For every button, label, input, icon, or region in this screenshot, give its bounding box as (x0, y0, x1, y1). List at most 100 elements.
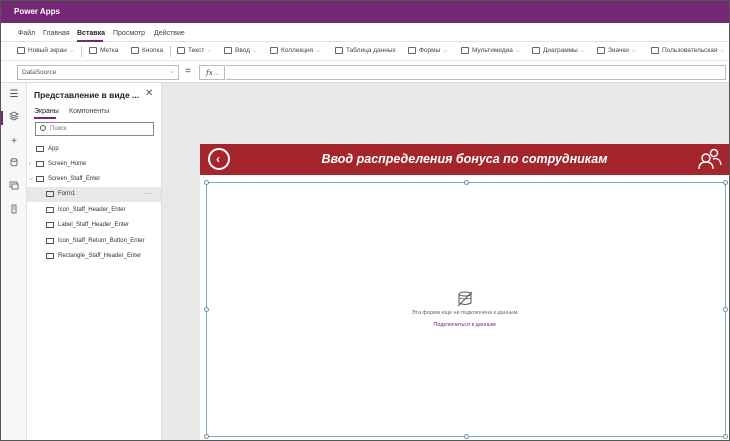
property-dropdown[interactable]: DataSource ⌵ (17, 65, 179, 80)
add-icon[interactable]: + (6, 135, 22, 149)
menu-file[interactable]: Файл (18, 30, 35, 37)
app-icon (36, 146, 44, 152)
text-button-label: Текст (188, 47, 205, 54)
chevron-down-icon: ⌵ (215, 71, 219, 77)
tree-item-label: Screen_Home (48, 161, 87, 167)
button-icon (131, 47, 139, 54)
app-screen-preview[interactable]: ‹ Ввод распределения бонуса по сотрудник… (200, 144, 729, 440)
tree-item-label: Icon_Staff_Header_Enter (58, 207, 126, 213)
hamburger-icon[interactable]: ☰ (6, 88, 22, 102)
gallery-button-label: Коллекция (281, 47, 314, 54)
rectangle-control-icon (46, 253, 54, 259)
more-options-icon[interactable]: ... (145, 189, 154, 196)
resize-handle[interactable] (464, 434, 469, 439)
data-table-button-label: Таблица данных (346, 47, 396, 54)
tree-item-label-staff-header[interactable]: Label_Staff_Header_Enter (27, 218, 161, 233)
formula-input[interactable] (226, 65, 726, 80)
empty-form-message: Эта форма еще не подключена к данным (411, 310, 518, 316)
search-placeholder: Поиск (50, 126, 67, 132)
resize-handle[interactable] (204, 434, 209, 439)
menu-action[interactable]: Действие (154, 30, 185, 37)
icon-control-icon (46, 207, 54, 213)
active-rail-indicator (1, 111, 3, 125)
media-button[interactable]: Мультимедиа ⌵ (461, 47, 520, 54)
equals-sign: = (185, 66, 191, 77)
tools-icon[interactable] (6, 204, 22, 218)
menu-bar: Файл Главная Вставка Просмотр Действие (1, 23, 729, 42)
gallery-button[interactable]: Коллекция ⌵ (270, 47, 320, 54)
tree-item-rectangle-header[interactable]: Rectangle_Staff_Header_Enter (27, 249, 161, 264)
input-button[interactable]: Ввод ⌵ (224, 47, 257, 54)
chevron-down-icon: ⌵ (316, 47, 320, 54)
app-name: Power Apps (14, 7, 60, 16)
tree-item-label: Label_Staff_Header_Enter (58, 222, 129, 228)
tab-screens[interactable]: Экраны (34, 108, 59, 115)
chevron-down-icon: ⌵ (69, 47, 74, 54)
custom-button-label: Пользовательская (662, 47, 718, 54)
input-button-label: Ввод (235, 47, 250, 54)
chevron-down-icon: ⌵ (631, 47, 636, 54)
formula-bar: DataSource ⌵ = fx ⌵ (1, 61, 729, 83)
screen-icon (36, 176, 44, 182)
ribbon-toolbar: Новый экран ⌵ Метка Кнопка Текст ⌵ Ввод … (1, 42, 729, 61)
connect-to-data-link[interactable]: Подключиться к данным (200, 322, 729, 328)
new-screen-button[interactable]: Новый экран ⌵ (17, 47, 74, 54)
tab-components[interactable]: Компоненты (69, 108, 109, 115)
media-button-label: Мультимедиа (472, 47, 513, 54)
custom-button[interactable]: Пользовательская ⌵ (651, 47, 724, 54)
search-input[interactable]: Поиск (35, 122, 154, 136)
tree-item-label: Rectangle_Staff_Header_Enter (58, 253, 142, 259)
tree-item-label: Form1 (58, 191, 76, 197)
forms-button[interactable]: Формы ⌵ (408, 47, 447, 54)
tree-item-icon-staff-header[interactable]: Icon_Staff_Header_Enter (27, 203, 161, 218)
button-button[interactable]: Кнопка (131, 47, 163, 54)
database-icon[interactable] (6, 158, 22, 172)
forms-icon (408, 47, 416, 54)
fx-button[interactable]: fx ⌵ (199, 65, 225, 80)
new-screen-icon (17, 47, 25, 54)
label-button[interactable]: Метка (89, 47, 118, 54)
tree-item-icon-return-button[interactable]: Icon_Staff_Return_Button_Enter (27, 234, 161, 249)
icons-button[interactable]: Значки ⌵ (597, 47, 636, 54)
header-title[interactable]: Ввод распределения бонуса по сотрудникам (200, 152, 729, 166)
chevron-down-icon: ⌵ (580, 47, 585, 54)
people-icon[interactable] (697, 147, 723, 171)
tree-view-title: Представление в виде ... (34, 90, 140, 100)
app-window: Power Apps Файл Главная Вставка Просмотр… (0, 0, 730, 441)
charts-button[interactable]: Диаграммы ⌵ (532, 47, 585, 54)
text-button[interactable]: Текст ⌵ (177, 47, 211, 54)
title-bar: Power Apps (1, 1, 729, 23)
resize-handle[interactable] (204, 180, 209, 185)
label-icon (89, 47, 97, 54)
tree-item-form1[interactable]: Form1 ... (27, 187, 161, 202)
form-icon (46, 191, 54, 197)
media-icon[interactable] (6, 181, 22, 195)
resize-handle[interactable] (723, 434, 728, 439)
tree-item-screen-staff-enter[interactable]: ⌵ Screen_Staff_Enter (27, 172, 161, 187)
chevron-right-icon[interactable]: › (29, 161, 31, 167)
fx-label: fx (206, 68, 214, 77)
chevron-down-icon[interactable]: ⌵ (29, 176, 33, 183)
charts-button-label: Диаграммы (543, 47, 578, 54)
layers-icon[interactable] (6, 111, 22, 125)
menu-view[interactable]: Просмотр (113, 30, 145, 37)
icon-control-icon (46, 238, 54, 244)
tree-item-label: App (48, 146, 59, 152)
menu-insert[interactable]: Вставка (77, 30, 105, 37)
tree-item-screen-home[interactable]: › Screen_Home (27, 157, 161, 172)
resize-handle[interactable] (464, 180, 469, 185)
ribbon-divider (170, 46, 171, 57)
screen-icon (36, 161, 44, 167)
ribbon-divider (81, 46, 82, 57)
icons-button-label: Значки (608, 47, 629, 54)
label-control-icon (46, 222, 54, 228)
left-rail: ☰ + (1, 83, 27, 440)
text-icon (177, 47, 185, 54)
resize-handle[interactable] (723, 180, 728, 185)
input-icon (224, 47, 232, 54)
tree-item-label: Icon_Staff_Return_Button_Enter (58, 238, 145, 244)
menu-home[interactable]: Главная (43, 30, 70, 37)
data-table-button[interactable]: Таблица данных (335, 47, 396, 54)
tree-item-app[interactable]: App (27, 142, 161, 157)
close-icon[interactable]: ✕ (145, 88, 153, 99)
